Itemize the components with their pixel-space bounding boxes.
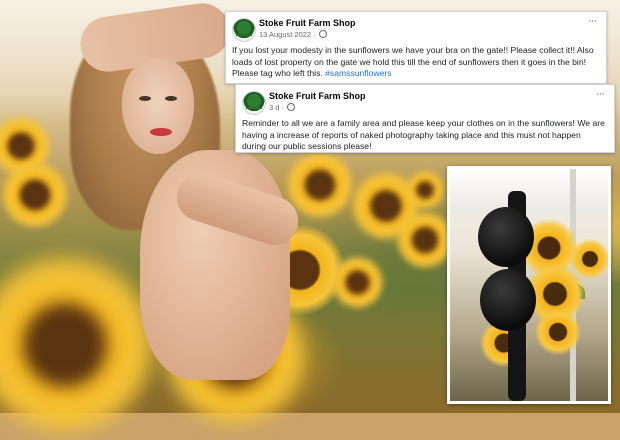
post-body: If you lost your modesty in the sunflowe… [232, 45, 594, 79]
hashtag-link[interactable]: #samssunflowers [325, 68, 391, 78]
more-options-button[interactable]: ··· [596, 88, 605, 100]
more-options-button[interactable]: ··· [588, 15, 597, 27]
bra-cup [478, 207, 534, 267]
post-text: Reminder to all we are a family area and… [242, 118, 606, 153]
sunflower [0, 160, 70, 230]
sunflower [330, 255, 385, 310]
sunflower [395, 210, 455, 270]
globe-icon [318, 30, 327, 38]
inset-photo-bra-on-gate [447, 166, 611, 404]
post-date[interactable]: 3 d · [269, 103, 284, 112]
sunflower [535, 309, 581, 355]
page-name[interactable]: Stoke Fruit Farm Shop [269, 91, 366, 101]
facebook-post: Stoke Fruit Farm Shop 3 d · ··· Reminder… [235, 84, 615, 153]
gazebo-canopy [450, 169, 608, 214]
bra-cup [480, 269, 536, 331]
lips [150, 128, 172, 136]
post-body: Reminder to all we are a family area and… [242, 118, 605, 152]
page-name[interactable]: Stoke Fruit Farm Shop [259, 18, 356, 28]
post-meta: 3 d · [269, 103, 296, 112]
left-eye [139, 96, 151, 101]
sunflower [0, 250, 160, 440]
globe-icon [287, 103, 296, 111]
sunflower [570, 239, 608, 279]
face [122, 58, 194, 154]
page-avatar-icon[interactable] [242, 91, 266, 115]
right-eye [165, 96, 177, 101]
facebook-post: Stoke Fruit Farm Shop 13 August 2022 · ·… [225, 11, 607, 84]
post-text: If you lost your modesty in the sunflowe… [232, 45, 598, 80]
sunflower [405, 170, 445, 210]
page-avatar-icon[interactable] [232, 18, 256, 42]
post-meta: 13 August 2022 · [259, 30, 327, 39]
post-date[interactable]: 13 August 2022 · [259, 30, 316, 39]
